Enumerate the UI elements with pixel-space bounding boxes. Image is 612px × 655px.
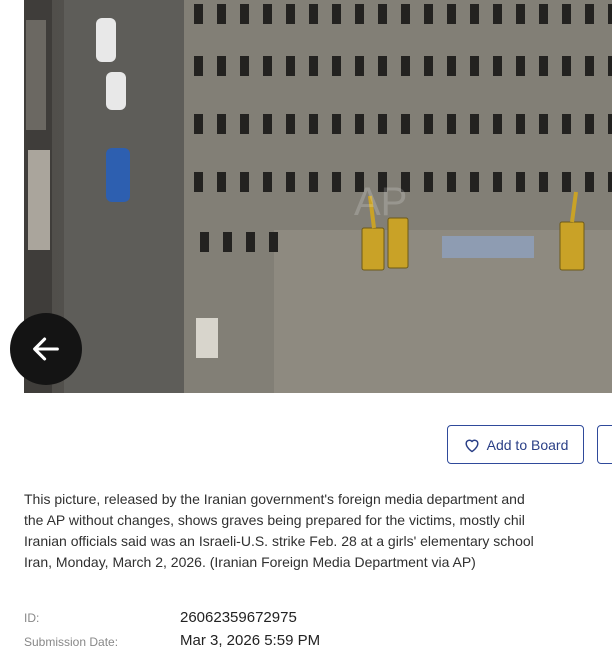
id-label: ID: [24, 611, 40, 625]
photo-watermark: AP [354, 180, 407, 224]
photo-illustration: AP [24, 0, 612, 393]
caption-line: This picture, released by the Iranian go… [24, 491, 525, 507]
caption-line: the AP without changes, shows graves bei… [24, 512, 525, 528]
submission-date-label: Submission Date: [24, 635, 119, 649]
back-button[interactable] [10, 313, 82, 385]
arrow-left-icon [33, 337, 59, 361]
photo-caption: This picture, released by the Iranian go… [24, 489, 612, 573]
add-to-board-label: Add to Board [486, 436, 569, 453]
submission-date-value: Mar 3, 2026 5:59 PM [180, 632, 321, 649]
heart-icon [465, 439, 479, 452]
secondary-action-button[interactable] [597, 425, 612, 464]
news-photo: AP [24, 0, 612, 393]
caption-line: Iran, Monday, March 2, 2026. (Iranian Fo… [24, 554, 476, 570]
id-value: 26062359672975 [180, 609, 297, 626]
caption-line: Iranian officials said was an Israeli-U.… [24, 533, 534, 549]
add-to-board-button[interactable]: Add to Board [447, 425, 584, 464]
